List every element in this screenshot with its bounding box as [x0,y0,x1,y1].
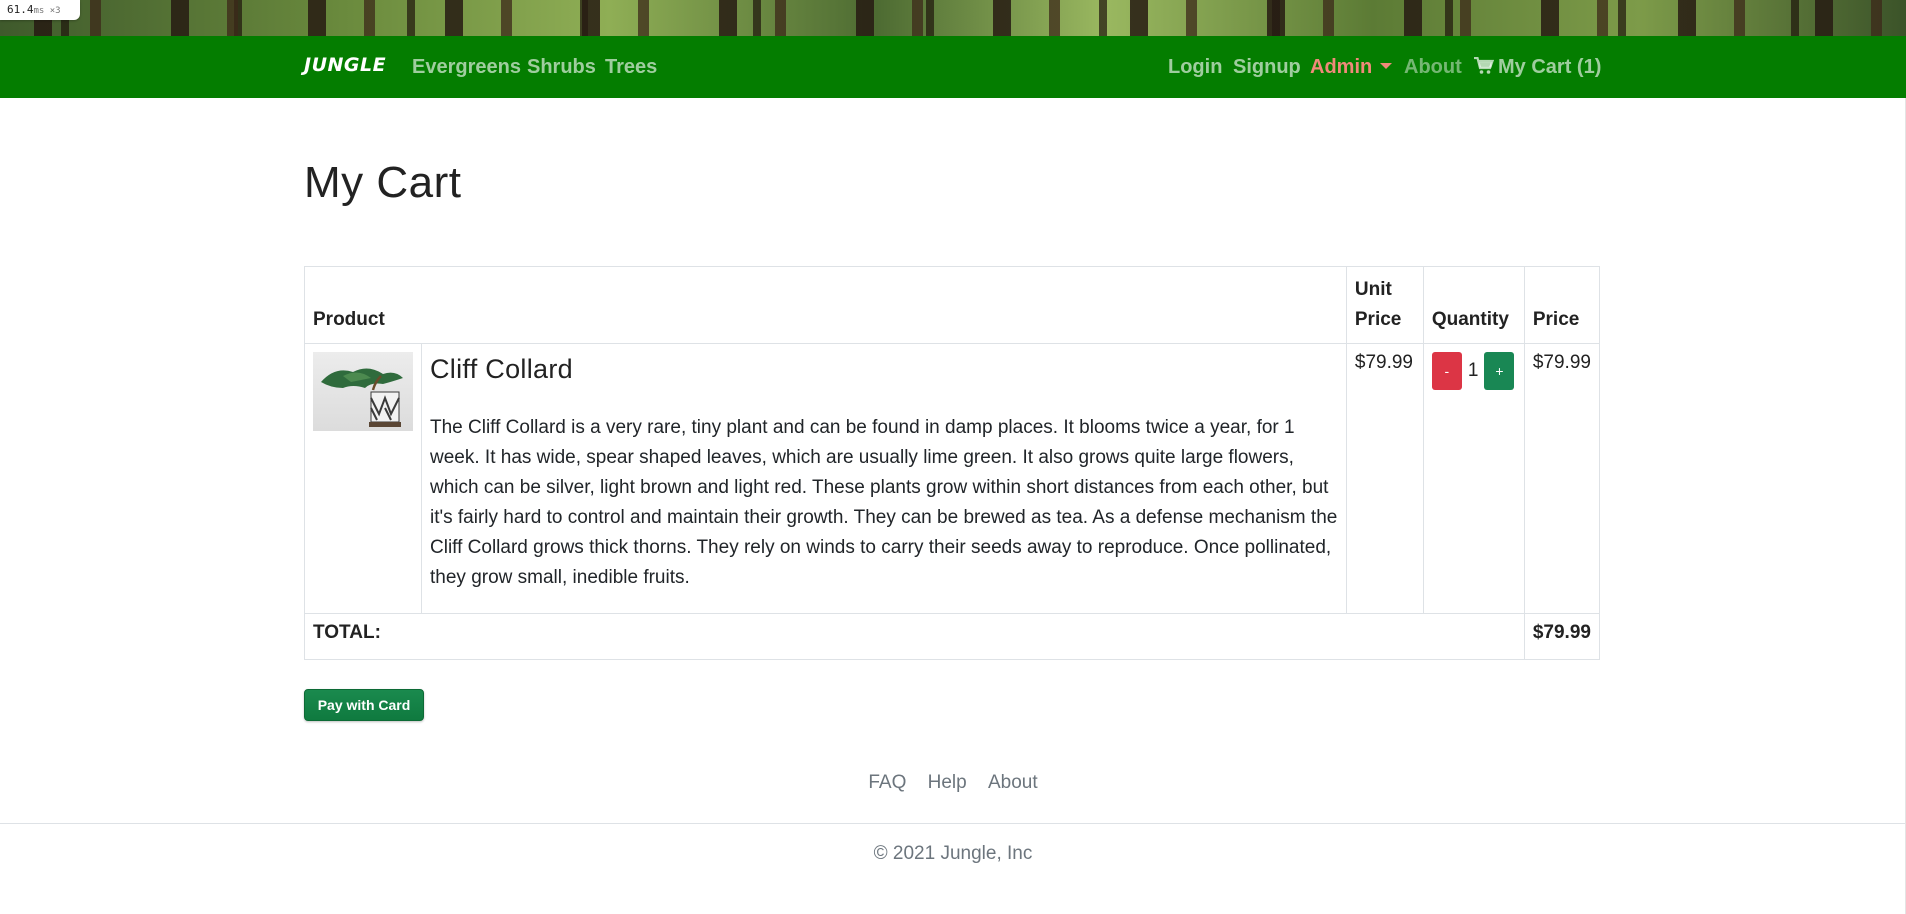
product-image-cell [304,343,422,614]
nav-link-login[interactable]: Login [1168,56,1222,79]
perf-value: 61.4 [7,3,34,16]
product-description: The Cliff Collard is a very rare, tiny p… [430,417,1338,588]
pay-with-card-button[interactable]: Pay with Card [304,689,424,721]
product-details-cell: Cliff Collard The Cliff Collard is a ver… [421,343,1347,614]
quantity-value: 1 [1467,360,1479,381]
page-title: My Cart [304,158,462,207]
nav-link-signup[interactable]: Signup [1233,56,1301,79]
quantity-cell: - 1 + [1422,343,1525,614]
perf-unit: ms ×3 [33,6,61,16]
nav-link-shrubs[interactable]: Shrubs [527,56,596,79]
header-quantity: Quantity [1422,266,1525,344]
decrease-quantity-button[interactable]: - [1431,352,1462,390]
nav-link-cart[interactable]: My Cart (1) [1474,56,1601,81]
increase-quantity-button[interactable]: + [1484,352,1515,390]
footer-divider [0,823,1906,824]
total-value: $79.99 [1523,613,1601,660]
admin-label: Admin [1310,56,1373,78]
line-price-cell: $79.99 [1523,343,1601,614]
nav-dropdown-admin[interactable]: Admin [1310,56,1393,79]
unit-price-cell: $79.99 [1345,343,1424,614]
cart-table: Product Unit Price Quantity Price Cliff … [304,266,1601,660]
product-name[interactable]: Cliff Collard [430,354,1338,385]
header-price: Price [1523,266,1601,344]
footer-link-help[interactable]: Help [928,772,967,793]
nav-link-about[interactable]: About [1404,56,1462,79]
table-header-row: Product Unit Price Quantity Price [304,266,1601,344]
nav-link-evergreens[interactable]: Evergreens [412,56,521,79]
navbar-inner: JUNGLE Evergreens Shrubs Trees Login Sig… [304,36,1601,98]
forest-banner [0,0,1906,36]
table-row: Cliff Collard The Cliff Collard is a ver… [304,343,1601,614]
header-product: Product [304,266,1347,344]
copyright-text: © 2021 Jungle, Inc [873,843,1033,864]
header-unit-price: Unit Price [1345,266,1424,344]
cart-label: My Cart (1) [1498,56,1602,78]
footer-link-about[interactable]: About [988,772,1038,793]
navbar: JUNGLE Evergreens Shrubs Trees Login Sig… [0,36,1906,98]
perf-badge: 61.4ms ×3 [0,0,80,20]
footer-link-faq[interactable]: FAQ [868,772,906,793]
footer-links: FAQ Help About [0,772,1906,794]
total-label: TOTAL: [304,613,1525,660]
total-row: TOTAL: $79.99 [304,613,1601,660]
nav-link-trees[interactable]: Trees [605,56,657,79]
bonsai-plant-thumbnail[interactable] [313,352,413,431]
shopping-cart-icon [1474,56,1495,81]
brand-logo[interactable]: JUNGLE [304,54,386,76]
page: 61.4ms ×3 JUNGLE Evergreens Shrubs Trees… [0,0,1906,914]
caret-down-icon [1380,63,1393,69]
quantity-stepper: - 1 + [1431,352,1516,390]
